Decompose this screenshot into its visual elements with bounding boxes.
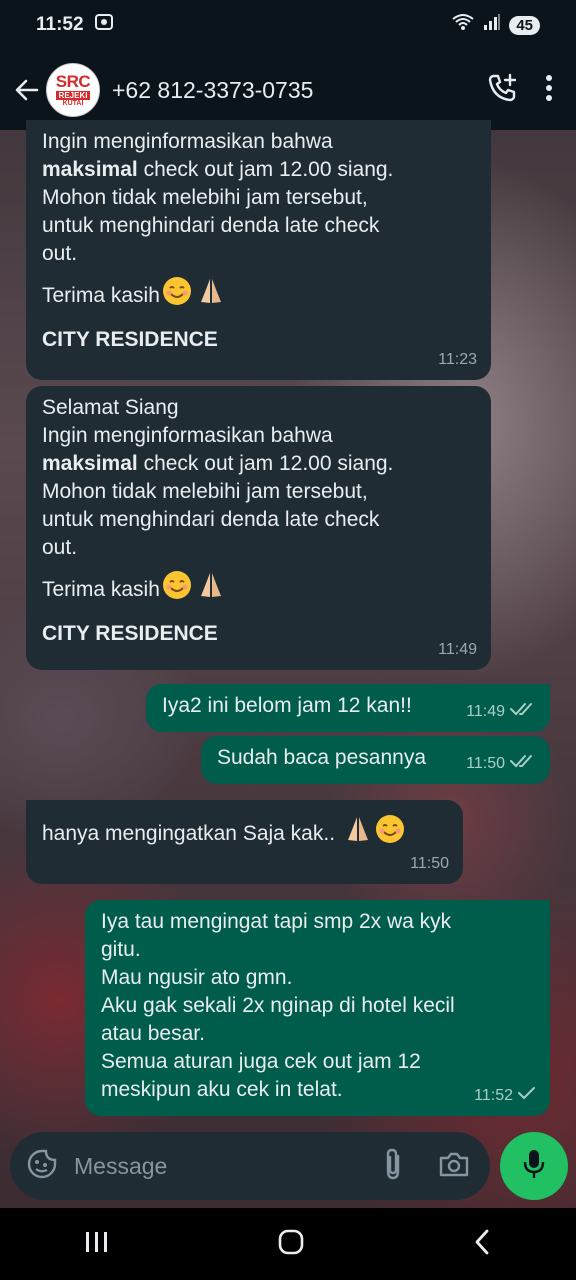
sticker-icon[interactable] [26,1148,58,1185]
contact-name[interactable]: +62 812-3373-0735 [112,77,486,104]
attach-icon[interactable] [382,1147,404,1186]
message-text: hanya mengingatkan Saja kak.. [42,814,447,852]
message-signature: CITY RESIDENCE [42,622,218,645]
home-icon[interactable] [277,1228,305,1261]
message-line: out. [42,242,78,265]
message-bubble-incoming[interactable]: Selamat Siang Ingin menginformasikan bah… [26,386,491,670]
mic-button[interactable] [500,1132,568,1200]
avatar-logo-sub: REJEKI [55,91,91,100]
smiling-emoji-icon [162,276,194,314]
message-line: atau besar. [101,1022,205,1045]
back-arrow-icon[interactable] [12,70,42,110]
message-line: Ingin menginformasikan bahwa [42,424,333,447]
message-line-bold: maksimal check out jam 12.00 siang. [42,158,394,181]
avatar-logo-sub2: KUTAI [62,100,84,107]
message-bubble-incoming[interactable]: Ingin menginformasikan bahwa maksimal ch… [26,120,491,380]
message-time: 11:52 [474,1082,536,1110]
recents-icon[interactable] [84,1230,110,1259]
message-line: Mohon tidak melebihi jam tersebut, [42,186,368,209]
message-line: Ingin menginformasikan bahwa [42,130,333,153]
message-input[interactable] [74,1152,382,1180]
smiling-emoji-icon [162,570,194,608]
message-list[interactable]: Ingin menginformasikan bahwa maksimal ch… [0,120,576,1120]
message-line: meskipun aku cek in telat. [101,1078,343,1101]
message-composer [10,1132,490,1200]
message-time: 11:49 [466,698,536,726]
message-thanks: Terima kasih [42,276,475,314]
message-time: 11:23 [438,351,477,368]
message-greeting: Selamat Siang [42,396,179,419]
battery-indicator: 45 [509,15,540,35]
camera-icon[interactable] [438,1150,470,1183]
message-bubble-outgoing[interactable]: Iya tau mengingat tapi smp 2x wa kyk git… [85,900,550,1116]
message-time: 11:49 [438,641,477,658]
double-check-icon [510,750,536,778]
status-bar: 11:52 45 [0,0,576,50]
message-time: 11:50 [410,855,449,872]
system-nav-bar [0,1208,576,1280]
message-line: gitu. [101,938,141,961]
double-check-icon [510,698,536,726]
message-line: out. [42,536,78,559]
message-signature: CITY RESIDENCE [42,328,218,351]
praying-hands-emoji-icon [343,814,373,852]
message-line: untuk menghindari denda late check [42,214,380,237]
mic-icon [522,1148,546,1185]
single-check-icon [518,1082,536,1110]
signal-icon [483,13,501,37]
screen-record-icon [94,13,114,37]
message-line: untuk menghindari denda late check [42,508,380,531]
message-line-bold: maksimal check out jam 12.00 siang. [42,452,394,475]
praying-hands-emoji-icon [196,276,226,314]
more-vert-icon[interactable] [544,74,554,107]
add-call-icon[interactable] [486,72,518,109]
message-line: Semua aturan juga cek out jam 12 [101,1050,421,1073]
message-line: Mau ngusir ato gmn. [101,966,293,989]
chat-header: SRC REJEKI KUTAI +62 812-3373-0735 [0,50,576,130]
message-thanks: Terima kasih [42,570,475,608]
message-bubble-outgoing[interactable]: Iya2 ini belom jam 12 kan!! 11:49 [146,684,550,732]
wifi-icon [451,13,475,37]
status-time: 11:52 [36,14,84,35]
message-bubble-incoming[interactable]: hanya mengingatkan Saja kak.. 11:50 [26,800,463,884]
message-line: Aku gak sekali 2x nginap di hotel kecil [101,994,455,1017]
avatar-logo-text: SRC [55,72,91,91]
message-time: 11:50 [466,750,536,778]
message-line: Iya tau mengingat tapi smp 2x wa kyk [101,910,452,933]
message-bubble-outgoing[interactable]: Sudah baca pesannya 11:50 [201,736,550,784]
smiling-emoji-icon [375,814,407,852]
praying-hands-emoji-icon [196,570,226,608]
nav-back-icon[interactable] [472,1228,492,1261]
message-line: Mohon tidak melebihi jam tersebut, [42,480,368,503]
avatar[interactable]: SRC REJEKI KUTAI [46,63,100,117]
